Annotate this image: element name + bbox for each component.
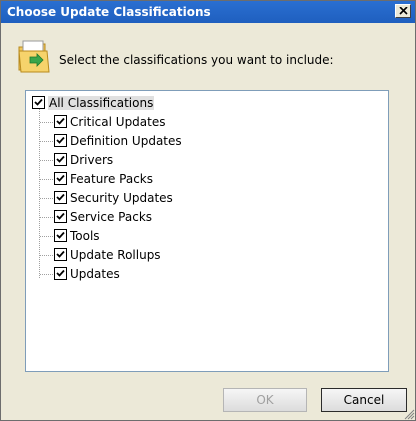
tree-item-label: Feature Packs	[70, 172, 154, 186]
title-bar[interactable]: Choose Update Classifications	[1, 1, 415, 23]
checkbox[interactable]	[54, 172, 67, 185]
checkmark-icon	[56, 136, 65, 144]
checkbox[interactable]	[54, 134, 67, 147]
tree-item-label: Service Packs	[70, 210, 153, 224]
tree-item-label: Updates	[70, 267, 120, 281]
ok-button[interactable]: OK	[223, 388, 307, 412]
prompt-text: Select the classifications you want to i…	[59, 53, 334, 67]
checkbox[interactable]	[54, 210, 67, 223]
checkmark-icon	[56, 193, 65, 201]
checkmark-icon	[56, 250, 65, 258]
close-icon	[399, 7, 408, 15]
cancel-button[interactable]: Cancel	[321, 388, 407, 412]
tree-item-label: Definition Updates	[70, 134, 182, 148]
tree-item-label: All Classifications	[48, 96, 155, 110]
choose-update-classifications-dialog: Choose Update Classifications Select the…	[0, 0, 416, 421]
checkmark-icon	[56, 231, 65, 239]
window-title: Choose Update Classifications	[7, 5, 211, 19]
checkmark-icon	[56, 174, 65, 182]
checkmark-icon	[34, 98, 43, 106]
classification-tree[interactable]: All Classifications Critical Updates Def…	[25, 90, 389, 372]
tree-item-label: Update Rollups	[70, 248, 161, 262]
checkbox[interactable]	[54, 267, 67, 280]
checkbox[interactable]	[32, 96, 45, 109]
checkmark-icon	[56, 117, 65, 125]
checkbox[interactable]	[54, 115, 67, 128]
tree-item-label: Tools	[70, 229, 100, 243]
checkbox[interactable]	[54, 191, 67, 204]
checkmark-icon	[56, 212, 65, 220]
folder-icon	[18, 40, 50, 73]
checkmark-icon	[56, 269, 65, 277]
close-button[interactable]	[395, 4, 411, 18]
resize-grip-icon[interactable]	[403, 408, 415, 420]
checkbox[interactable]	[54, 229, 67, 242]
checkbox[interactable]	[54, 248, 67, 261]
checkmark-icon	[56, 155, 65, 163]
tree-item-label: Critical Updates	[70, 115, 166, 129]
tree-item-label: Security Updates	[70, 191, 173, 205]
tree-item-label: Drivers	[70, 153, 114, 167]
checkbox[interactable]	[54, 153, 67, 166]
